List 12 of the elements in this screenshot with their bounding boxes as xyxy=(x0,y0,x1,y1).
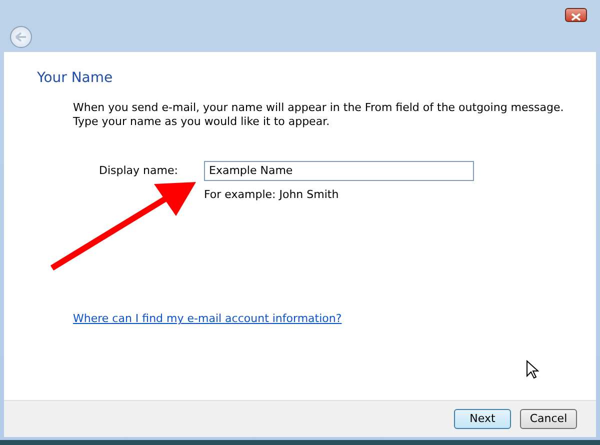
back-arrow-icon xyxy=(15,32,27,42)
hint-text: For example: John Smith xyxy=(204,186,340,203)
wizard-button[interactable]: Next xyxy=(454,409,511,429)
display-name-field[interactable]: Example Name xyxy=(204,160,474,181)
help-link[interactable]: Where can I find my e-mail account information? xyxy=(73,311,342,328)
mouse-cursor-icon xyxy=(526,360,539,379)
close-icon xyxy=(571,12,581,21)
page-heading: Your Name xyxy=(37,70,114,87)
field-label: Display name: xyxy=(99,162,179,179)
wizard-button[interactable]: Cancel xyxy=(520,409,577,429)
close-button[interactable] xyxy=(565,8,587,22)
intro-text: When you send e-mail, your name will appear in the From field of the outgoing message. Type your name as you would like it to appear. xyxy=(73,100,565,129)
